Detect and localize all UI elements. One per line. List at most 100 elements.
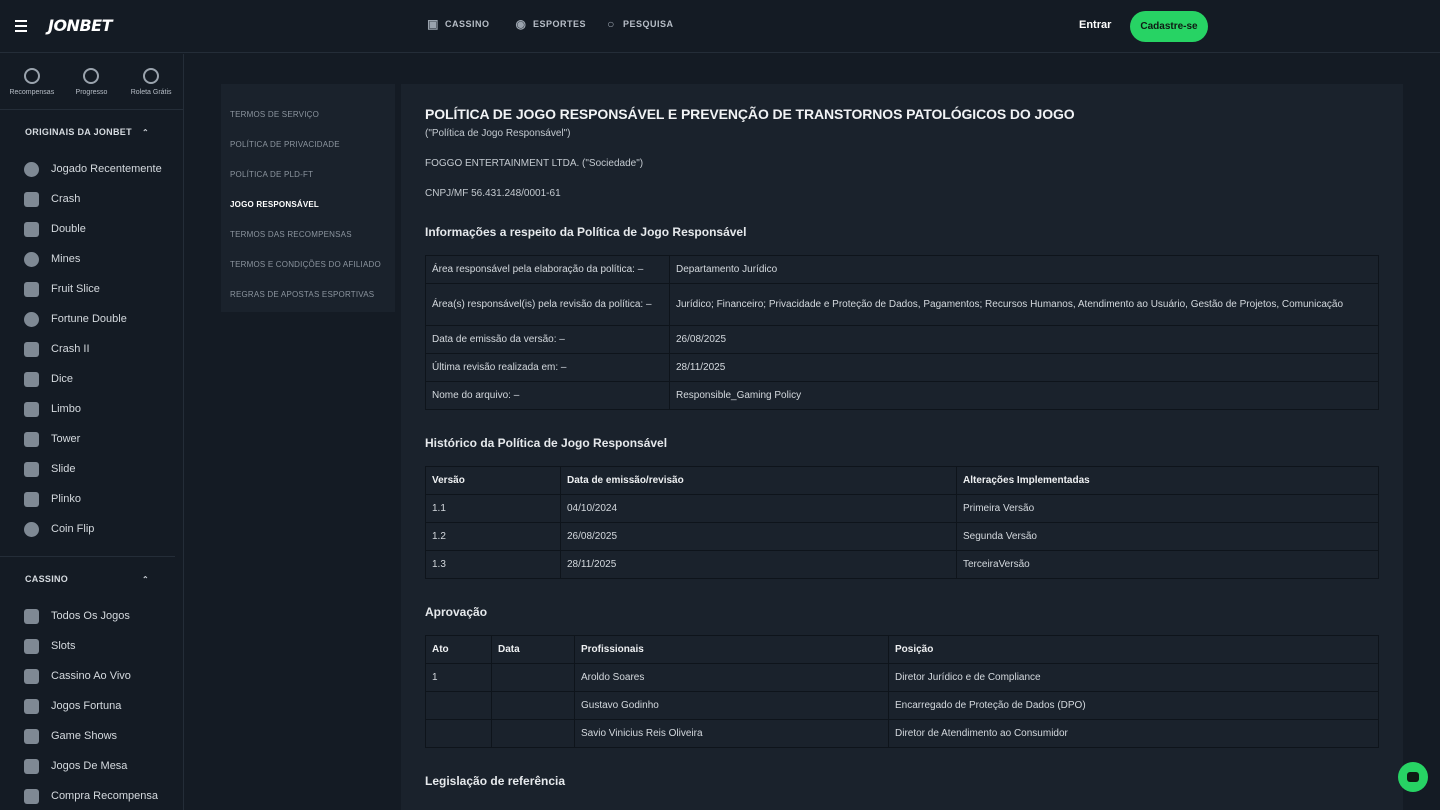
quick-rewards[interactable]: Recompensas (4, 68, 60, 109)
table-row: 1.3 28/11/2025 TerceiraVersão (425, 550, 1379, 579)
table-cell: Diretor Jurídico e de Compliance (888, 663, 1379, 692)
quick-free-roulette[interactable]: Roleta Grátis (123, 68, 179, 109)
signup-button[interactable]: Cadastre-se (1130, 11, 1208, 42)
sidebar-item-label: Jogado Recentemente (51, 163, 162, 175)
sidebar-item-fruit-slice[interactable]: Fruit Slice (0, 274, 183, 304)
table-games-icon (24, 758, 39, 774)
sidebar-item-double[interactable]: Double (0, 214, 183, 244)
doc-cnpj: CNPJ/MF 56.431.248/0001-61 (425, 188, 561, 199)
game-shows-icon (24, 728, 39, 744)
sidebar-item-fortune-games[interactable]: Jogos Fortuna (0, 691, 183, 721)
fortune-double-icon (24, 311, 39, 327)
table-cell: Savio Vinicius Reis Oliveira (574, 719, 889, 748)
document-content: POLÍTICA DE JOGO RESPONSÁVEL E PREVENÇÃO… (401, 84, 1403, 810)
sidebar-item-limbo[interactable]: Limbo (0, 394, 183, 424)
sidebar-item-live-casino[interactable]: Cassino Ao Vivo (0, 661, 183, 691)
chat-button[interactable] (1398, 762, 1428, 792)
sidebar-item-dice[interactable]: Dice (0, 364, 183, 394)
nav-casino-label: CASSINO (445, 19, 490, 29)
approval-heading: Aprovação (425, 605, 488, 619)
table-header: Profissionais (574, 635, 889, 664)
roulette-icon (143, 68, 160, 84)
quick-progress[interactable]: Progresso (63, 68, 119, 109)
sidebar-item-slots[interactable]: Slots (0, 631, 183, 661)
legal-link-reward-terms[interactable]: TERMOS DAS RECOMPENSAS (221, 219, 395, 249)
table-cell (491, 719, 575, 748)
plinko-icon (24, 491, 39, 507)
table-cell: Nome do arquivo: – (425, 381, 670, 410)
legal-link-sports-rules[interactable]: REGRAS DE APOSTAS ESPORTIVAS (221, 279, 395, 309)
sidebar-item-crash[interactable]: Crash (0, 184, 183, 214)
table-cell: Aroldo Soares (574, 663, 889, 692)
table-cell: Segunda Versão (956, 522, 1379, 551)
nav-search[interactable]: ○ PESQUISA (605, 18, 674, 30)
sidebar-item-label: Crash (51, 193, 81, 205)
legal-link-affiliate-terms[interactable]: TERMOS E CONDIÇÕES DO AFILIADO (221, 249, 395, 279)
table-cell: 28/11/2025 (669, 353, 1379, 382)
legal-link-privacy[interactable]: POLÍTICA DE PRIVACIDADE (221, 129, 395, 159)
sidebar-item-label: Jogos De Mesa (51, 760, 128, 772)
table-cell: Responsible_Gaming Policy (669, 381, 1379, 410)
legal-link-aml[interactable]: POLÍTICA DE PLD-FT (221, 159, 395, 189)
sidebar-item-label: Fruit Slice (51, 283, 100, 295)
nav-sports[interactable]: ◉ ESPORTES (515, 18, 586, 30)
sidebar-item-buy-reward[interactable]: Compra Recompensa (0, 781, 183, 810)
menu-icon[interactable] (15, 20, 27, 32)
table-header: Versão (425, 466, 561, 495)
table-row: Última revisão realizada em: –28/11/2025 (425, 353, 1379, 382)
coin-flip-icon (24, 521, 39, 537)
sidebar-item-label: Fortune Double (51, 313, 127, 325)
logo[interactable]: JONBET (48, 16, 112, 35)
table-cell: 28/11/2025 (560, 550, 957, 579)
table-row: Savio Vinicius Reis Oliveira Diretor de A… (425, 719, 1379, 748)
slide-icon (24, 461, 39, 477)
sidebar-item-plinko[interactable]: Plinko (0, 484, 183, 514)
sidebar-item-slide[interactable]: Slide (0, 454, 183, 484)
tower-icon (24, 431, 39, 447)
history-icon (24, 161, 39, 177)
chevron-up-icon: ⌃ (141, 127, 149, 137)
originals-section-header[interactable]: ORIGINAIS DA JONBET ⌃ (0, 110, 183, 154)
table-cell: Data de emissão da versão: – (425, 325, 670, 354)
sports-ball-icon: ◉ (515, 17, 527, 31)
table-header: Data de emissão/revisão (560, 466, 957, 495)
doc-company: FOGGO ENTERTAINMENT LTDA. ("Sociedade") (425, 158, 644, 169)
sidebar-item-all-games[interactable]: Todos Os Jogos (0, 601, 183, 631)
legal-link-responsible-gaming[interactable]: JOGO RESPONSÁVEL (221, 189, 395, 219)
crash-icon (24, 191, 39, 207)
table-row: 1.2 26/08/2025 Segunda Versão (425, 522, 1379, 551)
table-cell: 1.2 (425, 522, 561, 551)
sidebar-item-game-shows[interactable]: Game Shows (0, 721, 183, 751)
table-cell: 1 (425, 663, 492, 692)
table-header: Posição (888, 635, 1379, 664)
sidebar-item-tower[interactable]: Tower (0, 424, 183, 454)
sidebar-item-label: Slide (51, 463, 76, 475)
table-header: Alterações Implementadas (956, 466, 1379, 495)
sidebar-item-recent[interactable]: Jogado Recentemente (0, 154, 183, 184)
nav-sports-label: ESPORTES (533, 19, 587, 29)
sidebar-item-label: Coin Flip (51, 523, 95, 535)
rewards-icon (23, 68, 40, 84)
casino-icon: ▣ (427, 17, 439, 31)
nav-casino[interactable]: ▣ CASSINO (427, 18, 490, 30)
chevron-up-icon: ⌃ (141, 574, 149, 584)
legal-link-terms[interactable]: TERMOS DE SERVIÇO (221, 99, 395, 129)
sidebar-item-mines[interactable]: Mines (0, 244, 183, 274)
originals-list: Jogado Recentemente Crash Double Mines F… (0, 154, 183, 544)
table-cell: Gustavo Godinho (574, 691, 889, 720)
casino-section-header[interactable]: CASSINO ⌃ (0, 557, 183, 601)
chat-icon (1407, 772, 1419, 782)
sidebar-item-label: Dice (51, 373, 74, 385)
sidebar-item-label: Jogos Fortuna (51, 700, 122, 712)
sidebar-item-crash-2[interactable]: Crash II (0, 334, 183, 364)
live-casino-icon (24, 668, 39, 684)
sidebar-item-label: Double (51, 223, 86, 235)
table-cell: Jurídico; Financeiro; Privacidade e Prot… (669, 283, 1379, 326)
sidebar-item-table-games[interactable]: Jogos De Mesa (0, 751, 183, 781)
sidebar-item-fortune-double[interactable]: Fortune Double (0, 304, 183, 334)
sidebar: Recompensas Progresso Roleta Grátis ORIG… (0, 54, 184, 810)
legislation-heading: Legislação de referência (425, 774, 566, 788)
sidebar-item-coin-flip[interactable]: Coin Flip (0, 514, 183, 544)
login-button[interactable]: Entrar (1079, 19, 1111, 31)
buy-reward-icon (24, 788, 39, 804)
